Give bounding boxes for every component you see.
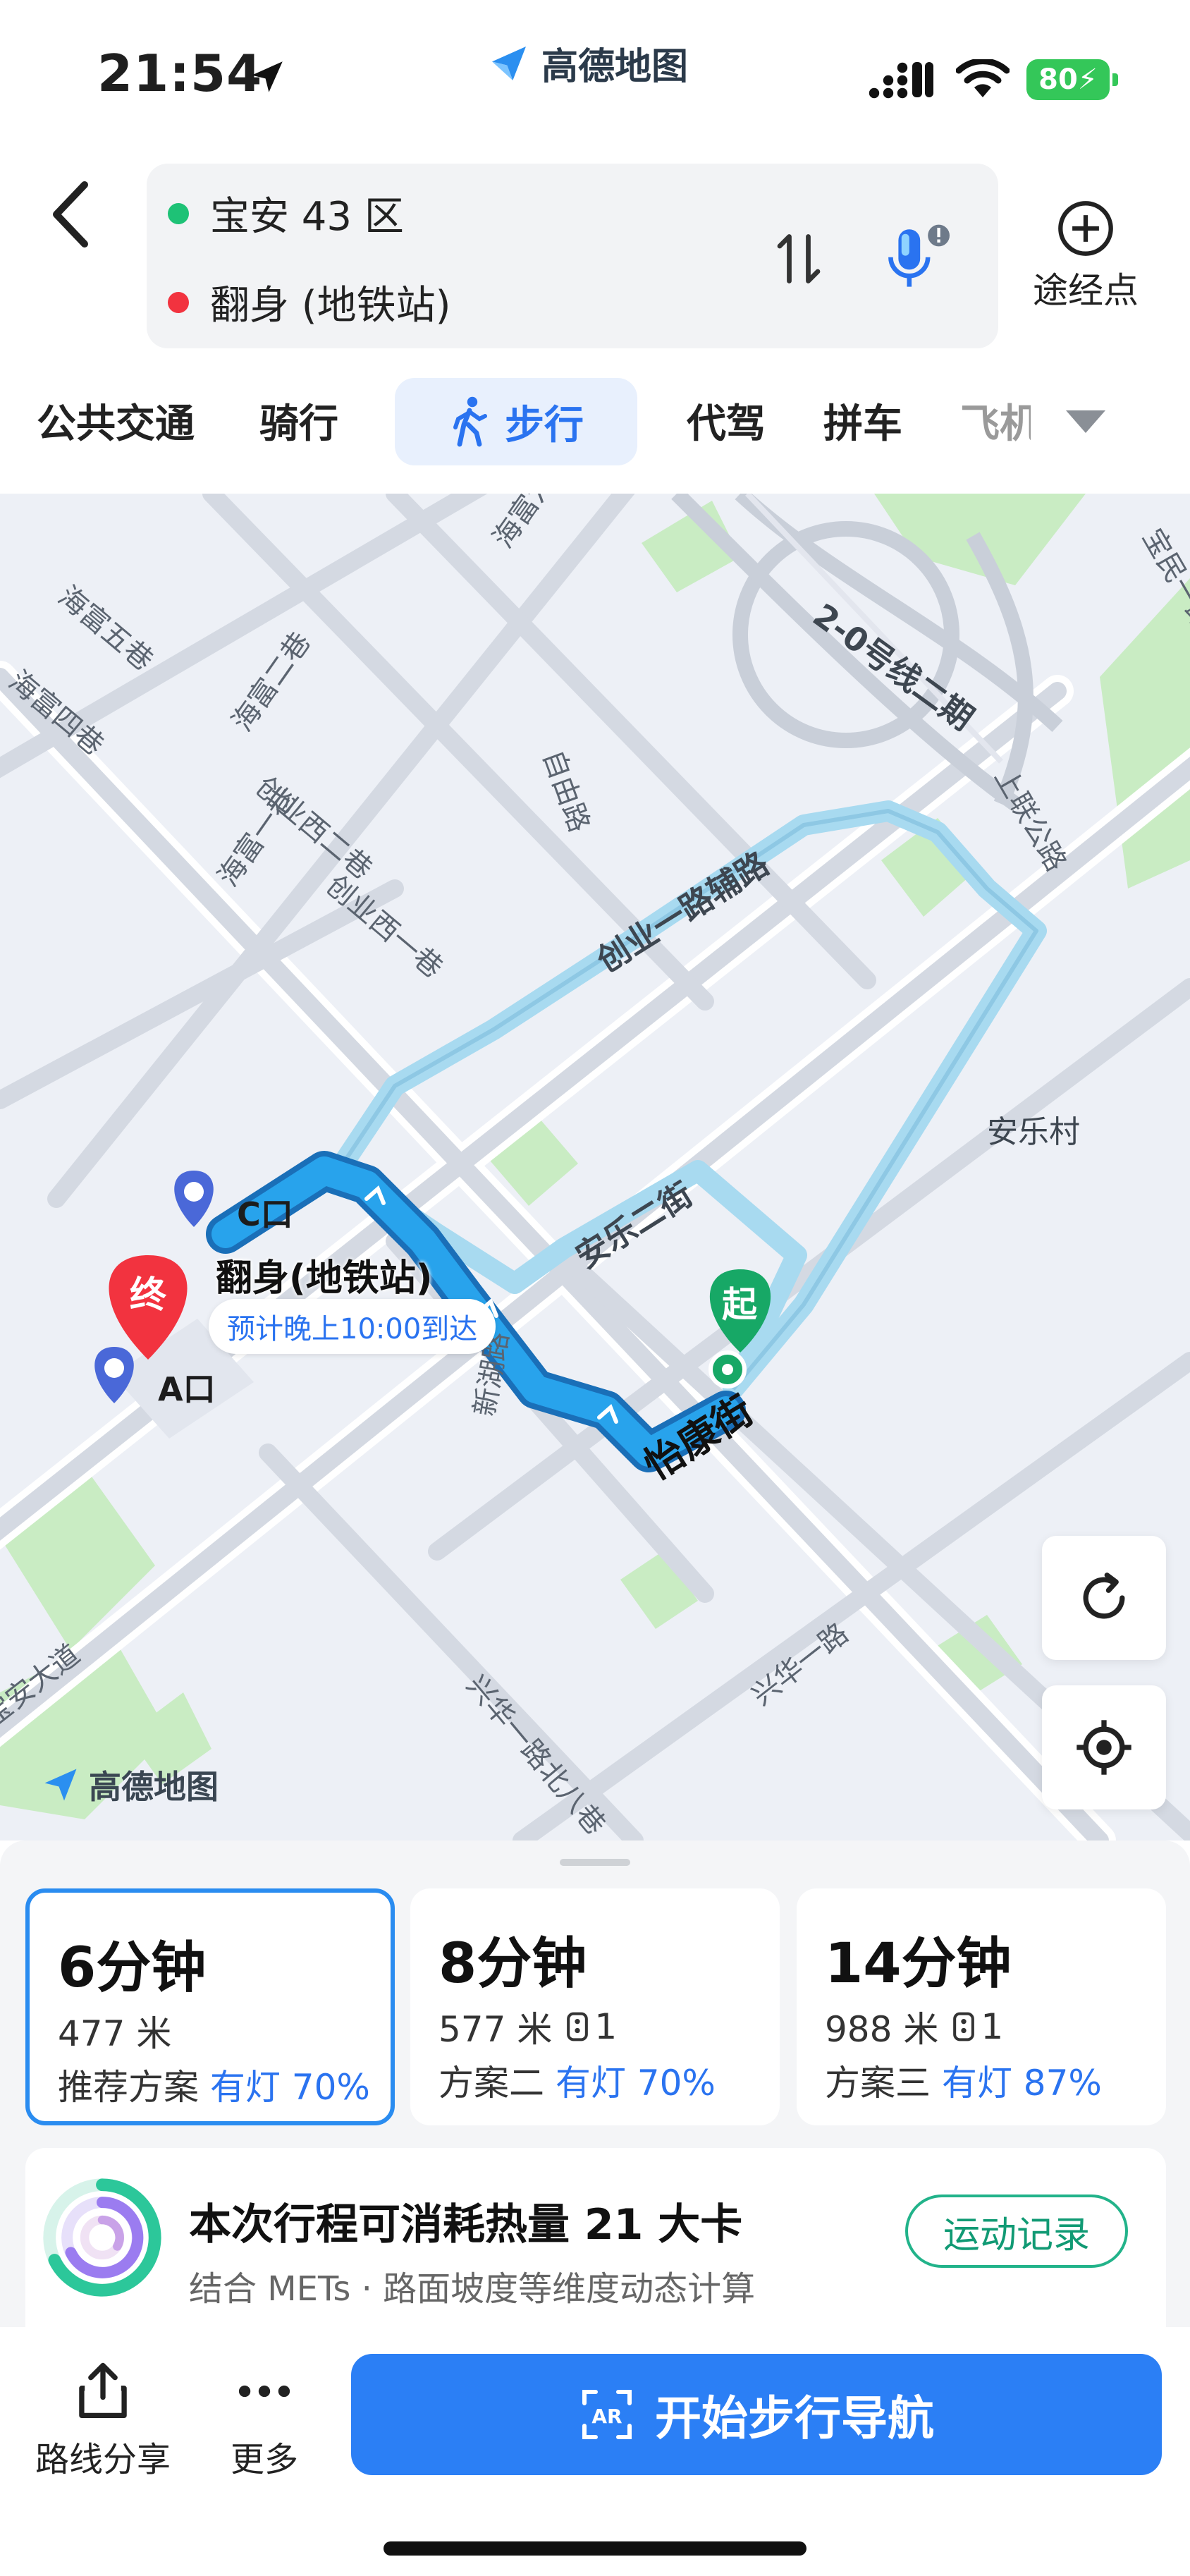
destination-text: 翻身 (地铁站) <box>210 283 451 329</box>
option-light-info: 有灯 70% <box>209 2067 370 2108</box>
option-plan: 方案二 <box>438 2063 544 2104</box>
bottom-action-bar: 路线分享 更多 AR 开始步行导航 <box>0 2327 1190 2576</box>
origin-field[interactable]: 宝安 43 区 <box>168 185 404 242</box>
destination-field[interactable]: 翻身 (地铁站) <box>168 274 451 331</box>
chevron-down-icon[interactable] <box>1063 408 1108 436</box>
start-walking-navigation-button[interactable]: AR 开始步行导航 <box>351 2354 1162 2475</box>
eta-bubble: 预计晚上10:00到达 <box>209 1299 496 1354</box>
watermark-text: 高德地图 <box>89 1768 219 1806</box>
map-label-anle-village: 安乐村 <box>987 1114 1080 1150</box>
plus-circle-icon <box>1058 201 1113 256</box>
charging-bolt-icon: ⚡ <box>1077 63 1098 96</box>
refresh-route-button[interactable] <box>1042 1536 1166 1660</box>
traffic-light-icon <box>567 2012 589 2041</box>
calorie-card: 本次行程可消耗热量 21 大卡 结合 METs · 路面坡度等维度动态计算 运动… <box>25 2148 1166 2334</box>
option-duration: 14分钟 <box>825 1932 1012 1996</box>
crosshair-location-icon <box>1076 1720 1131 1775</box>
option-distance: 477 米 <box>58 2013 172 2054</box>
walking-person-icon <box>453 396 487 447</box>
svg-text:AR: AR <box>591 2405 622 2428</box>
option-distance-row: 577 米 1 <box>438 2001 617 2052</box>
activity-ring-icon <box>43 2178 161 2297</box>
option-distance: 577 米 <box>438 2009 553 2050</box>
back-arrow-icon[interactable] <box>42 176 99 254</box>
navigation-label: 开始步行导航 <box>655 2391 934 2446</box>
clock: 21:54 <box>97 44 263 103</box>
tab-walking-label: 步行 <box>505 402 584 448</box>
swap-route-icon[interactable] <box>767 227 830 291</box>
calorie-subtitle: 结合 METs · 路面坡度等维度动态计算 <box>189 2269 756 2309</box>
location-arrow-icon <box>252 61 283 92</box>
travel-mode-tabs: 公共交通 骑行 步行 代驾 拼车 飞机 <box>0 375 1190 467</box>
more-label: 更多 <box>230 2440 298 2479</box>
amap-logo-icon <box>492 46 526 80</box>
option-light-info: 有灯 87% <box>941 2063 1102 2104</box>
tab-walking[interactable]: 步行 <box>395 378 637 465</box>
share-icon <box>79 2362 127 2419</box>
tab-public-transit[interactable]: 公共交通 <box>37 392 195 449</box>
traffic-light-number: 1 <box>594 2006 618 2047</box>
tab-flight[interactable]: 飞机 <box>960 392 1031 449</box>
option-distance: 988 米 <box>825 2009 939 2050</box>
share-route-button[interactable]: 路线分享 <box>32 2361 173 2481</box>
route-option-3[interactable]: 14分钟 988 米 1 方案三 有灯 87% <box>797 1888 1166 2125</box>
option-plan: 方案三 <box>825 2063 931 2104</box>
tab-cycling[interactable]: 骑行 <box>259 392 338 449</box>
route-input-box: 宝安 43 区 翻身 (地铁站) <box>147 164 998 348</box>
more-dots-icon <box>238 2385 290 2398</box>
app-name: 高德地图 <box>541 46 689 88</box>
calorie-title: 本次行程可消耗热量 21 大卡 <box>189 2200 743 2250</box>
option-plan-row: 方案二 有灯 70% <box>438 2055 716 2106</box>
origin-dot-icon <box>168 202 189 224</box>
exercise-record-button[interactable]: 运动记录 <box>905 2195 1128 2268</box>
my-location-button[interactable] <box>1042 1685 1166 1809</box>
add-waypoint-button[interactable]: 途经点 <box>1022 199 1149 313</box>
route-options-sheet: 6分钟 477 米 推荐方案 有灯 70% 8分钟 577 米 1 方案二 有灯… <box>0 1841 1190 2334</box>
wifi-icon <box>956 59 1010 97</box>
ar-icon: AR <box>582 2390 632 2439</box>
amap-watermark-icon <box>44 1769 77 1801</box>
traffic-light-count: 1 <box>565 2006 617 2047</box>
map-canvas: 海富五巷 海富四巷 海富二巷 海富一巷 创业西二巷 创业西一巷 自由路 宝民一路… <box>0 494 1190 1841</box>
option-light-info: 有灯 70% <box>555 2063 716 2104</box>
status-bar: 21:54 高德地图 80 ⚡ <box>0 0 1190 148</box>
a-exit-label: A口 <box>158 1370 216 1408</box>
option-plan-row: 方案三 有灯 87% <box>825 2055 1102 2106</box>
map-watermark: 高德地图 <box>39 1762 219 1808</box>
option-plan-row: 推荐方案 有灯 70% <box>58 2059 370 2110</box>
option-duration: 6分钟 <box>58 1936 207 2000</box>
more-button[interactable]: 更多 <box>219 2361 310 2481</box>
home-indicator[interactable] <box>384 2541 806 2556</box>
route-option-2[interactable]: 8分钟 577 米 1 方案二 有灯 70% <box>410 1888 780 2125</box>
option-distance-row: 477 米 <box>58 2006 171 2056</box>
option-plan: 推荐方案 <box>58 2067 199 2108</box>
voice-input-icon[interactable] <box>880 220 957 298</box>
share-label: 路线分享 <box>35 2440 171 2479</box>
map-view[interactable]: 海富五巷 海富四巷 海富二巷 海富一巷 创业西二巷 创业西一巷 自由路 宝民一路… <box>0 494 1190 1841</box>
refresh-icon <box>1083 1573 1125 1619</box>
sheet-drag-handle[interactable] <box>560 1859 630 1866</box>
c-exit-label: C口 <box>237 1195 293 1233</box>
traffic-light-number: 1 <box>981 2006 1004 2047</box>
origin-text: 宝安 43 区 <box>210 194 404 240</box>
tab-designated-driver[interactable]: 代驾 <box>687 392 766 449</box>
option-distance-row: 988 米 1 <box>825 2001 1003 2052</box>
traffic-light-count: 1 <box>951 2006 1003 2047</box>
route-option-1[interactable]: 6分钟 477 米 推荐方案 有灯 70% <box>25 1888 395 2125</box>
destination-map-label: 翻身(地铁站) <box>216 1257 433 1300</box>
app-brand: 高德地图 <box>486 37 688 90</box>
battery-level: 80 <box>1038 63 1078 96</box>
tab-carpool[interactable]: 拼车 <box>823 392 902 449</box>
end-pin-label: 终 <box>130 1274 167 1317</box>
battery-indicator: 80 ⚡ <box>1026 59 1118 100</box>
traffic-light-icon <box>953 2012 975 2041</box>
destination-dot-icon <box>168 291 189 313</box>
cellular-signal-icon <box>869 62 933 99</box>
start-pin-label: 起 <box>722 1284 757 1325</box>
waypoint-label: 途经点 <box>1033 270 1139 311</box>
option-duration: 8分钟 <box>438 1932 587 1996</box>
